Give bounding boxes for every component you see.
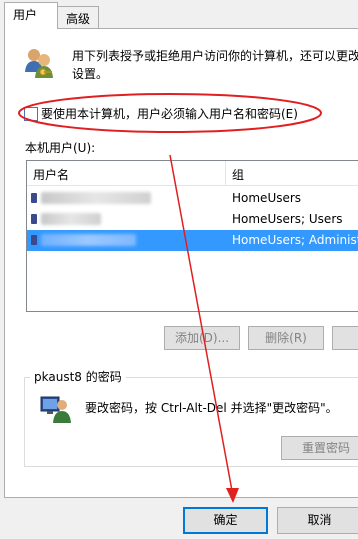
require-login-checkbox[interactable] (24, 107, 38, 121)
tab-advanced-label: 高级 (66, 12, 91, 26)
column-username[interactable]: 用户名 (33, 166, 69, 183)
cancel-button[interactable]: 取消 (277, 507, 358, 534)
row-group: HomeUsers; Administ (232, 233, 358, 247)
add-user-button[interactable]: 添加(D)... (164, 326, 240, 350)
description-line1: 用下列表授予或拒绝用户访问你的计算机，还可以更改 (72, 49, 358, 63)
table-row[interactable]: HomeUsers (27, 188, 358, 209)
row-group: HomeUsers (232, 191, 302, 205)
users-listview[interactable]: 用户名 组 HomeUsers HomeUsers; Users HomeUse… (26, 160, 358, 312)
user-icon (31, 193, 37, 203)
username-redacted (41, 234, 136, 246)
local-users-label: 本机用户(U): (25, 141, 96, 155)
users-icon (22, 46, 56, 80)
tab-strip: 用户 高级 (0, 0, 358, 29)
delete-user-button[interactable]: 删除(R) (248, 326, 324, 350)
listview-header: 用户名 组 (27, 161, 358, 186)
tab-advanced[interactable]: 高级 (57, 6, 99, 28)
require-login-label[interactable]: 要使用本计算机，用户必须输入用户名和密码(E) (41, 105, 298, 122)
password-group-title: pkaust8 的密码 (30, 368, 126, 385)
user-icon (31, 214, 37, 224)
row-group: HomeUsers; Users (232, 212, 343, 226)
tab-users-label: 用户 (13, 8, 38, 22)
ok-button[interactable]: 确定 (183, 507, 268, 534)
username-redacted (41, 192, 151, 204)
column-divider[interactable] (225, 161, 226, 185)
description-line2: 设置。 (72, 67, 109, 81)
password-instruction: 要改密码，按 Ctrl-Alt-Del 并选择"更改密码"。 (85, 401, 338, 415)
user-monitor-icon (40, 393, 72, 425)
properties-button[interactable] (332, 326, 358, 350)
reset-password-button[interactable]: 重置密码 (281, 436, 358, 460)
username-redacted (41, 213, 101, 225)
table-row[interactable]: HomeUsers; Users (27, 209, 358, 230)
tab-users[interactable]: 用户 (4, 2, 58, 29)
table-row-selected[interactable]: HomeUsers; Administ (27, 230, 358, 251)
user-icon (31, 235, 37, 245)
column-group[interactable]: 组 (232, 166, 244, 183)
